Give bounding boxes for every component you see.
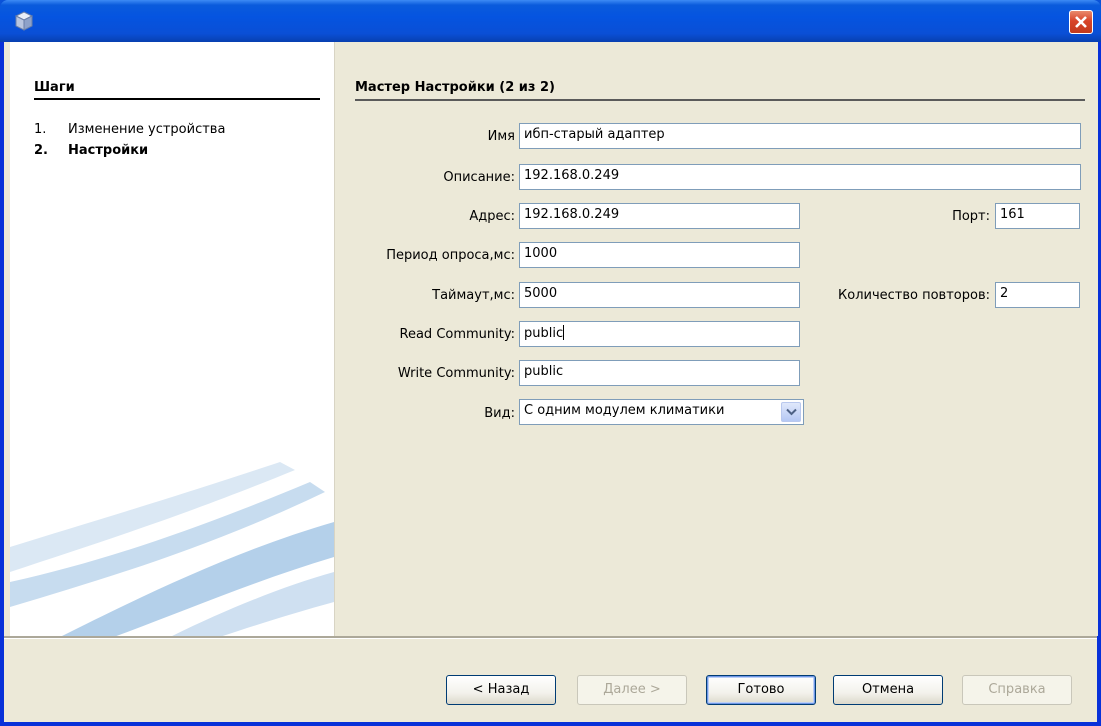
step-label: Изменение устройства [68, 122, 226, 137]
dialog-client: Шаги 1. Изменение устройства 2. Настройки … [4, 42, 1098, 722]
close-icon [1075, 16, 1087, 28]
cube-icon [14, 11, 34, 31]
text-caret [563, 325, 565, 340]
timeout-field[interactable]: 5000 [519, 282, 800, 308]
read-community-value: public [524, 326, 564, 341]
kind-label: Вид: [484, 406, 515, 421]
poll-period-label: Период опроса,мс: [386, 248, 515, 263]
next-button[interactable]: Далее > [577, 675, 687, 705]
steps-panel: Шаги 1. Изменение устройства 2. Настройки [10, 42, 334, 636]
dialog-window: Шаги 1. Изменение устройства 2. Настройки … [0, 0, 1101, 726]
write-community-field[interactable]: public [519, 360, 800, 386]
finish-button[interactable]: Готово [706, 675, 816, 705]
chevron-down-icon [786, 408, 797, 416]
step-number: 1. [34, 122, 47, 137]
steps-title: Шаги [34, 80, 75, 95]
cancel-button[interactable]: Отмена [833, 675, 943, 705]
retries-label: Количество повторов: [838, 288, 990, 303]
kind-dropdown-button[interactable] [781, 402, 801, 422]
name-field[interactable]: ибп-старый адаптер [519, 123, 1081, 149]
port-label: Порт: [952, 209, 990, 224]
help-button[interactable]: Справка [962, 675, 1072, 705]
step-item-device: 1. Изменение устройства [34, 122, 225, 137]
step-number: 2. [34, 143, 48, 158]
footer-divider [4, 636, 1097, 639]
read-community-label: Read Community: [399, 327, 515, 342]
steps-divider [34, 98, 320, 100]
close-button[interactable] [1069, 10, 1093, 34]
description-field[interactable]: 192.168.0.249 [519, 164, 1081, 190]
step-item-settings: 2. Настройки [34, 143, 148, 158]
back-button[interactable]: < Назад [446, 675, 556, 705]
timeout-label: Таймаут,мс: [432, 288, 515, 303]
address-field[interactable]: 192.168.0.249 [519, 203, 800, 229]
page-title: Мастер Настройки (2 из 2) [355, 80, 555, 95]
port-field[interactable]: 161 [995, 203, 1080, 229]
name-label: Имя [487, 129, 515, 144]
address-label: Адрес: [469, 209, 515, 224]
title-divider [355, 99, 1085, 101]
settings-panel: Мастер Настройки (2 из 2) Имя ибп-старый… [334, 42, 1098, 636]
step-label: Настройки [68, 143, 149, 158]
wizard-decoration [10, 462, 334, 636]
poll-period-field[interactable]: 1000 [519, 242, 800, 268]
description-label: Описание: [443, 170, 515, 185]
window-border-bottom [0, 722, 1101, 726]
read-community-field[interactable]: public [519, 321, 800, 347]
write-community-label: Write Community: [397, 366, 515, 381]
title-bar[interactable] [0, 0, 1101, 42]
retries-field[interactable]: 2 [995, 282, 1080, 308]
kind-select-value: С одним модулем климатики [524, 403, 725, 418]
kind-select[interactable]: С одним модулем климатики [519, 399, 804, 425]
